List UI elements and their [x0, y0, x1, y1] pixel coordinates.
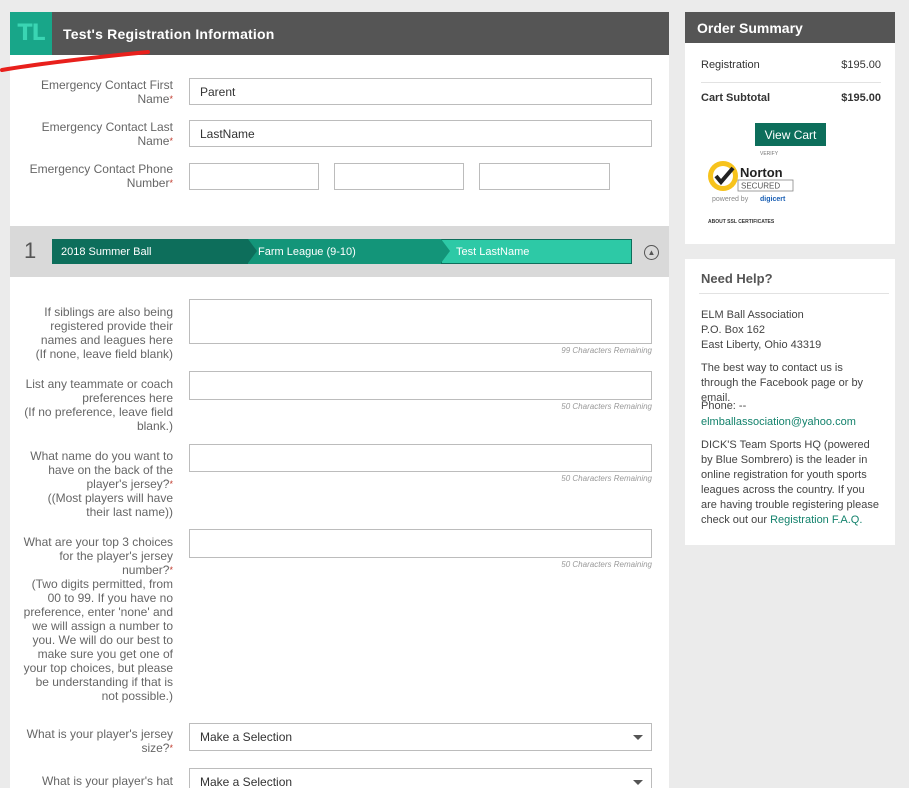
jersey-size-label: What is your player's jersey size?* — [26, 727, 173, 755]
help-address: ELM Ball Association P.O. Box 162 East L… — [701, 309, 822, 351]
emergency-first-name-input[interactable]: Parent — [189, 78, 652, 105]
jersey-name-label: What name do you want to have on the bac… — [30, 449, 173, 519]
teammate-preference-input[interactable] — [189, 371, 652, 400]
jersey-name-input[interactable] — [189, 444, 652, 472]
teammate-preference-label: List any teammate or coach preferences h… — [24, 377, 173, 433]
player-number: 1 — [24, 238, 37, 263]
siblings-label: If siblings are also being registered pr… — [35, 305, 173, 361]
jersey-number-char-counter: 50 Characters Remaining — [561, 560, 652, 569]
order-summary-title: Order Summary — [685, 12, 895, 43]
norton-brand-text: Norton — [740, 165, 783, 180]
jersey-size-select[interactable]: Make a Selection — [189, 723, 652, 751]
need-help-panel: Need Help? ELM Ball Association P.O. Box… — [685, 259, 895, 545]
jersey-name-char-counter: 50 Characters Remaining — [561, 474, 652, 483]
progress-step-league: Farm League (9-10) — [248, 239, 450, 264]
emergency-first-name-label: Emergency Contact First Name* — [40, 78, 173, 106]
hat-size-label: What is your player's hat — [41, 774, 173, 788]
emergency-last-name-label: Emergency Contact Last Name* — [41, 120, 173, 148]
need-help-title: Need Help? — [701, 271, 773, 286]
teammate-char-counter: 50 Characters Remaining — [561, 402, 652, 411]
norton-secured-seal[interactable]: VERIFY Norton SECURED powered by digicer… — [705, 149, 805, 229]
help-email-link[interactable]: elmballassociation@yahoo.com — [701, 415, 881, 430]
jersey-number-label: What are your top 3 choices for the play… — [23, 535, 173, 703]
registration-header: TL Test's Registration Information — [0, 12, 669, 72]
norton-secured-text: SECURED — [741, 182, 780, 191]
jersey-number-input[interactable] — [189, 529, 652, 558]
norton-verify-text: VERIFY — [760, 151, 779, 157]
phone-prefix-input[interactable] — [334, 163, 464, 190]
progress-step-player: Test LastName — [441, 239, 632, 264]
order-line-subtotal: Cart Subtotal $195.00 — [701, 92, 881, 104]
page-title: Test's Registration Information — [63, 25, 275, 42]
order-line-registration: Registration $195.00 — [701, 59, 881, 71]
order-summary-panel: Order Summary Registration $195.00 Cart … — [685, 12, 895, 244]
norton-powered-text: powered by — [712, 196, 749, 203]
ssl-about-link[interactable]: ABOUT SSL CERTIFICATES — [708, 219, 775, 225]
collapse-section-icon[interactable]: ▲ — [644, 245, 659, 260]
emergency-phone-label: Emergency Contact Phone Number* — [29, 162, 173, 190]
siblings-char-counter: 99 Characters Remaining — [561, 346, 652, 355]
progress-breadcrumb: 2018 Summer Ball Farm League (9-10) Test… — [52, 239, 632, 264]
help-phone: Phone: -- — [701, 400, 747, 412]
registration-progress-band: 1 2018 Summer Ball Farm League (9-10) Te… — [10, 226, 669, 277]
help-divider — [699, 293, 889, 294]
progress-step-season: 2018 Summer Ball — [52, 239, 257, 264]
hat-size-select[interactable]: Make a Selection — [189, 768, 652, 788]
player-initials-badge: TL — [10, 12, 52, 55]
digicert-text: digicert — [760, 196, 786, 203]
faq-link[interactable]: Registration F.A.Q. — [770, 514, 862, 526]
chevron-down-icon — [633, 735, 643, 740]
emergency-last-name-input[interactable]: LastName — [189, 120, 652, 147]
siblings-textarea[interactable] — [189, 299, 652, 344]
order-divider — [701, 82, 881, 83]
phone-line-number-input[interactable] — [479, 163, 610, 190]
registration-panel: TL Test's Registration Information Emerg… — [0, 12, 669, 788]
help-about: DICK'S Team Sports HQ (powered by Blue S… — [701, 439, 879, 526]
chevron-down-icon — [633, 780, 643, 785]
view-cart-button[interactable]: View Cart — [755, 123, 826, 146]
phone-area-code-input[interactable] — [189, 163, 319, 190]
